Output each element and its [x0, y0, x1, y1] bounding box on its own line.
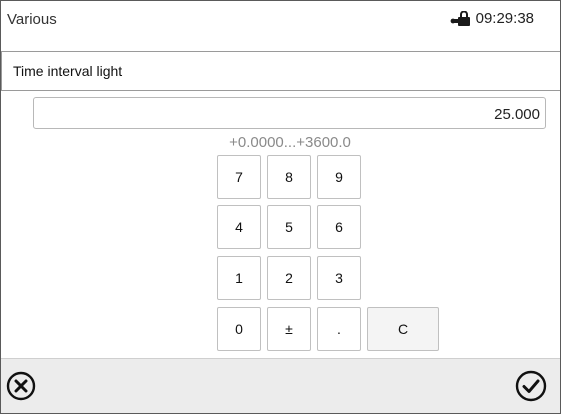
value-input[interactable]: 25.000: [33, 97, 546, 129]
key-3[interactable]: 3: [317, 256, 361, 300]
clock-time: 09:29:38: [475, 10, 534, 27]
header-title: Various: [7, 11, 57, 28]
dialog-header: Time interval light: [1, 51, 560, 91]
confirm-button[interactable]: [515, 370, 547, 402]
key-4[interactable]: 4: [217, 205, 261, 249]
key-9[interactable]: 9: [317, 155, 361, 199]
lock-icon: [450, 10, 470, 26]
key-6[interactable]: 6: [317, 205, 361, 249]
status-area: 09:29:38: [450, 10, 534, 27]
confirm-circle-check-icon: [515, 370, 547, 402]
value-text: 25.000: [494, 106, 540, 123]
key-clear[interactable]: C: [367, 307, 439, 351]
footer-bar: [1, 358, 560, 413]
key-5[interactable]: 5: [267, 205, 311, 249]
cancel-circle-x-icon: [6, 371, 36, 401]
key-plus-minus[interactable]: ±: [267, 307, 311, 351]
screen: Various 09:29:38 Time interval light 25.…: [0, 0, 561, 414]
key-7[interactable]: 7: [217, 155, 261, 199]
key-0[interactable]: 0: [217, 307, 261, 351]
dialog-title: Time interval light: [13, 63, 123, 79]
range-hint: +0.0000...+3600.0: [229, 134, 351, 151]
key-decimal[interactable]: .: [317, 307, 361, 351]
key-2[interactable]: 2: [267, 256, 311, 300]
key-8[interactable]: 8: [267, 155, 311, 199]
key-1[interactable]: 1: [217, 256, 261, 300]
header-bar: Various 09:29:38: [1, 1, 560, 42]
cancel-button[interactable]: [5, 370, 37, 402]
